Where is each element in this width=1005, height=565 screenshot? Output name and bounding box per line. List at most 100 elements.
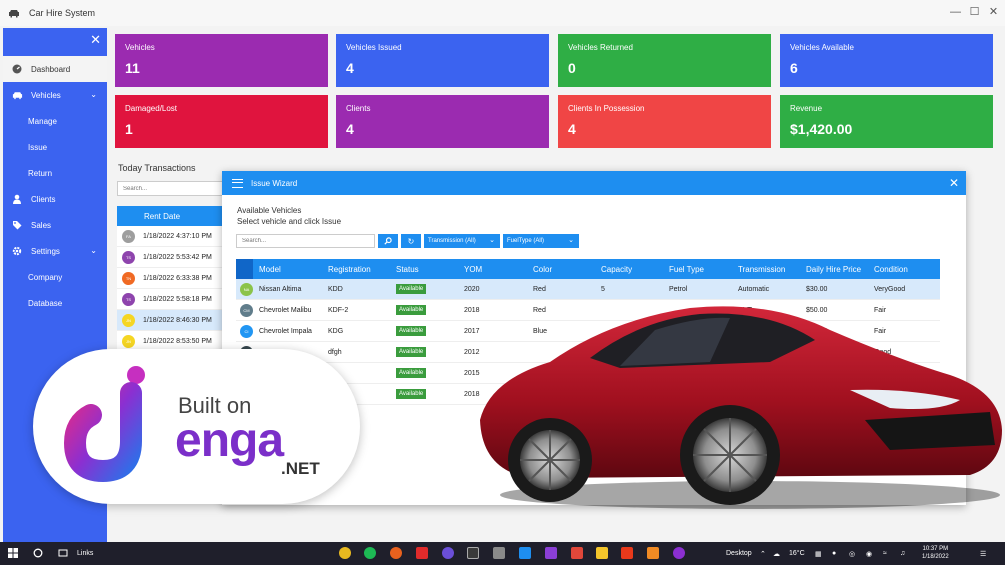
jenga-icon[interactable]	[673, 547, 685, 559]
sidebar-item-vehicles[interactable]: Vehicles ⌄	[3, 82, 107, 108]
terminal-icon[interactable]	[467, 547, 479, 559]
chevron-up-icon[interactable]: ⌃	[760, 550, 766, 558]
sidebar-item-issue[interactable]: Issue	[3, 134, 107, 160]
condition-cell: VeryGood	[874, 286, 906, 293]
column-header-fuel-type[interactable]: Fuel Type	[669, 265, 704, 274]
model-cell: Chevrolet Malibu	[259, 307, 312, 314]
card-vehicles[interactable]: Vehicles 11	[115, 34, 328, 87]
tray-icon[interactable]: ▦	[815, 550, 822, 558]
row-selector-header	[236, 259, 253, 279]
clock[interactable]: 10:37 PM 1/18/2022	[922, 545, 949, 561]
fueltype-filter-dropdown[interactable]: FuelType (All) ⌄	[503, 234, 579, 248]
card-value: 6	[790, 60, 798, 76]
tray-icon[interactable]: ◎	[849, 550, 855, 558]
refresh-button[interactable]: ↻	[401, 234, 421, 248]
transmission-filter-dropdown[interactable]: Transmission (All) ⌄	[424, 234, 500, 248]
card-value: 4	[568, 121, 576, 137]
column-header-status[interactable]: Status	[396, 265, 419, 274]
sidebar-item-sales[interactable]: Sales	[3, 212, 107, 238]
card-damaged-lost[interactable]: Damaged/Lost 1	[115, 95, 328, 148]
column-header-condition[interactable]: Condition	[874, 265, 908, 274]
chevron-down-icon: ⌄	[568, 237, 574, 244]
windows-start-icon[interactable]	[8, 548, 18, 560]
column-header-rent-date[interactable]: Rent Date	[144, 212, 180, 221]
search-icon[interactable]	[33, 548, 43, 560]
capacity-cell: 5	[601, 286, 605, 293]
model-cell: Chevrolet Impala	[259, 328, 312, 335]
dotnet-text: .NET	[281, 459, 320, 478]
column-header-yom[interactable]: YOM	[464, 265, 482, 274]
taskbar-links[interactable]: Links	[77, 550, 93, 557]
heading-instructions: Select vehicle and click Issue	[237, 217, 342, 226]
tray-icon[interactable]: ◉	[866, 550, 872, 558]
search-button[interactable]	[378, 234, 398, 248]
app-icon[interactable]	[390, 547, 402, 559]
sidebar-item-return[interactable]: Return	[3, 160, 107, 186]
column-header-color[interactable]: Color	[533, 265, 552, 274]
card-vehicles-returned[interactable]: Vehicles Returned 0	[558, 34, 771, 87]
column-header-daily-hire-price[interactable]: Daily Hire Price	[806, 265, 861, 274]
app-icon[interactable]	[442, 547, 454, 559]
chrome-icon[interactable]	[339, 547, 351, 559]
registration-cell: dfgh	[328, 349, 342, 356]
sidebar-item-manage[interactable]: Manage	[3, 108, 107, 134]
sidebar-item-database[interactable]: Database	[3, 290, 107, 316]
minimize-icon[interactable]: —	[950, 6, 961, 18]
card-clients[interactable]: Clients 4	[336, 95, 549, 148]
maximize-icon[interactable]: ☐	[969, 6, 980, 18]
card-vehicles-available[interactable]: Vehicles Available 6	[780, 34, 993, 87]
menu-icon[interactable]	[232, 178, 243, 188]
rent-date-cell: 1/18/2022 6:33:38 PM	[143, 274, 212, 282]
spotify-icon[interactable]	[364, 547, 376, 559]
card-label: Vehicles	[125, 43, 155, 52]
speaker-icon[interactable]: ♫	[900, 550, 905, 557]
dialog-title-bar: Issue Wizard ✕	[222, 171, 966, 195]
app-icon[interactable]	[621, 547, 633, 559]
visual-studio-icon[interactable]	[545, 547, 557, 559]
vehicle-search-input[interactable]	[236, 234, 375, 248]
card-value: 11	[125, 60, 140, 76]
card-revenue[interactable]: Revenue $1,420.00	[780, 95, 993, 148]
status-badge: Available	[396, 368, 427, 378]
sidebar-item-clients[interactable]: Clients	[3, 186, 107, 212]
chevron-down-icon: ⌄	[90, 90, 97, 99]
youtube-icon[interactable]	[416, 547, 428, 559]
column-header-capacity[interactable]: Capacity	[601, 265, 632, 274]
avatar: TS	[122, 250, 135, 264]
sidebar-item-settings[interactable]: Settings ⌄	[3, 238, 107, 264]
app-icon[interactable]	[647, 547, 659, 559]
sidebar-item-dashboard[interactable]: Dashboard	[3, 56, 107, 82]
taskbar-desktop[interactable]: Desktop	[726, 550, 752, 557]
card-vehicles-issued[interactable]: Vehicles Issued 4	[336, 34, 549, 87]
close-icon[interactable]: ✕	[988, 6, 999, 18]
sidebar-item-company[interactable]: Company	[3, 264, 107, 290]
card-clients-in-possession[interactable]: Clients In Possession 4	[558, 95, 771, 148]
card-value: 1	[125, 121, 133, 137]
column-header-registration[interactable]: Registration	[328, 265, 371, 274]
close-icon[interactable]: ✕	[90, 32, 101, 48]
file-explorer-icon[interactable]	[596, 547, 608, 559]
avatar: NA	[240, 283, 253, 296]
avatar: TN	[122, 271, 135, 285]
avatar: JN	[122, 334, 135, 348]
table-row[interactable]: NA Nissan Altima KDD 2020 Red 5 Petrol Automati…	[236, 279, 940, 300]
vscode-icon[interactable]	[519, 547, 531, 559]
status-badge: Available	[396, 389, 427, 399]
app-icon[interactable]	[493, 547, 505, 559]
dropdown-value: Transmission (All)	[428, 238, 476, 244]
column-header-transmission[interactable]: Transmission	[738, 265, 785, 274]
notifications-icon[interactable]: ☰	[980, 550, 986, 558]
registration-cell: KDD	[328, 286, 343, 293]
gauge-icon	[11, 63, 23, 75]
transactions-search-input[interactable]	[117, 181, 225, 196]
sidebar-item-label: Clients	[31, 194, 56, 204]
tray-icon[interactable]: ●	[832, 550, 836, 557]
wizard-heading: Available Vehicles Select vehicle and cl…	[237, 205, 341, 227]
task-view-icon[interactable]	[58, 548, 68, 560]
app-icon[interactable]	[571, 547, 583, 559]
red-car-image	[480, 306, 1002, 509]
window-title: Car Hire System	[29, 8, 96, 18]
wifi-icon[interactable]: ≈	[883, 550, 887, 557]
close-icon[interactable]: ✕	[949, 176, 959, 190]
column-header-model[interactable]: Model	[259, 265, 281, 274]
